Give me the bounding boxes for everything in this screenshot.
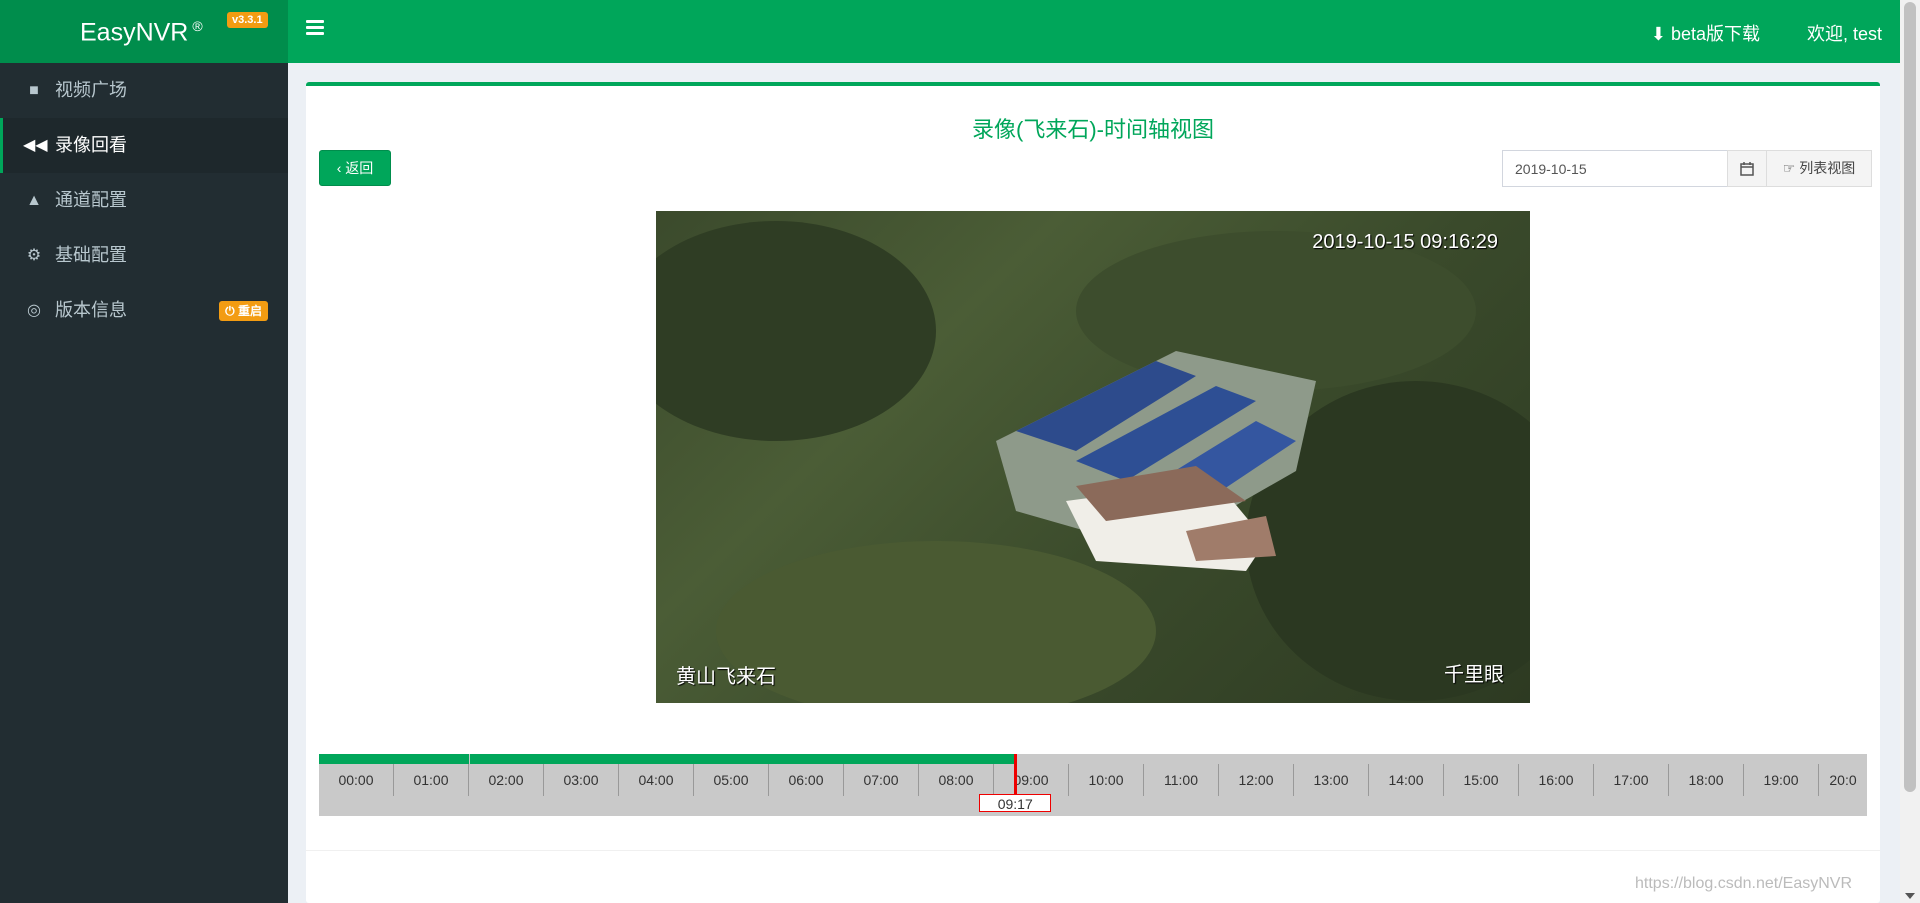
timeline-hour-label: 03:00 (544, 764, 619, 796)
video-timestamp: 2019-10-15 09:16:29 (1312, 231, 1498, 253)
beta-download-link[interactable]: ⬇ beta版下载 (1651, 20, 1760, 46)
timeline-hour-label: 00:00 (319, 764, 394, 796)
timeline-hour-label: 06:00 (769, 764, 844, 796)
page-scrollbar[interactable] (1900, 0, 1920, 903)
recorded-segment[interactable] (319, 754, 469, 764)
video-frame-image (656, 221, 1530, 703)
download-icon: ⬇ (1650, 24, 1666, 44)
sidebar-item-label: 通道配置 (55, 190, 127, 210)
watermark: https://blog.csdn.net/EasyNVR (1635, 875, 1852, 892)
timeline-hour-label: 18:00 (1669, 764, 1744, 796)
timeline-hour-label: 02:00 (469, 764, 544, 796)
sidebar-item-video-square[interactable]: ■ 视频广场 (0, 63, 288, 118)
timeline-hour-label: 09:00 (994, 764, 1069, 796)
sidebar-item-label: 基础配置 (55, 245, 127, 265)
menu-toggle-icon[interactable] (306, 20, 324, 36)
video-location-label: 黄山飞来石 (676, 666, 776, 688)
timeline-hour-label: 11:00 (1144, 764, 1219, 796)
scrollbar-thumb[interactable] (1904, 2, 1916, 792)
list-view-button[interactable]: ☞ 列表视图 (1766, 150, 1872, 187)
sidebar-item-label: 版本信息 (55, 300, 127, 320)
calendar-button[interactable] (1727, 150, 1767, 187)
timeline-hour-label: 01:00 (394, 764, 469, 796)
timeline-hour-label: 10:00 (1069, 764, 1144, 796)
chevron-left-icon: ‹ (336, 160, 342, 176)
sidebar-item-playback[interactable]: ◀◀ 录像回看 (0, 118, 288, 173)
life-ring-icon: ◎ (27, 302, 41, 319)
video-brand-label: 千里眼 (1444, 664, 1504, 686)
timeline-hour-label: 04:00 (619, 764, 694, 796)
calendar-icon (1740, 162, 1754, 176)
road-icon: ▲ (26, 192, 42, 209)
timeline-hour-label: 20:0 (1829, 772, 1857, 788)
sidebar-item-label: 录像回看 (55, 135, 127, 155)
timeline-hour-label: 15:00 (1444, 764, 1519, 796)
restart-badge[interactable]: ⏻ 重启 (219, 301, 268, 321)
scroll-down-icon[interactable] (1905, 893, 1915, 899)
beta-download-label: beta版下载 (1670, 24, 1760, 44)
timeline-hour-label: 16:00 (1519, 764, 1594, 796)
sidebar: ■ 视频广场 ◀◀ 录像回看 ▲ 通道配置 ⚙ 基础配置 ◎ 版本信息 ⏻ 重启 (0, 63, 288, 903)
top-navbar: ⬇ beta版下载 欢迎, test (288, 0, 1900, 63)
timeline-hour-label: 07:00 (844, 764, 919, 796)
video-player[interactable]: 2019-10-15 09:16:29 黄山飞来石 千里眼 (656, 211, 1530, 703)
box-footer-divider (306, 850, 1880, 851)
fast-backward-icon: ◀◀ (23, 137, 48, 154)
page-title: 录像(飞来石)-时间轴视图 (972, 117, 1214, 142)
date-input[interactable] (1502, 150, 1728, 187)
user-welcome[interactable]: 欢迎, test (1807, 20, 1882, 46)
back-button[interactable]: ‹ 返回 (319, 150, 391, 186)
recorded-segment[interactable] (470, 754, 1016, 764)
hand-pointer-icon: ☞ (1782, 160, 1796, 176)
timeline-hour-label: 17:00 (1594, 764, 1669, 796)
sidebar-item-basic-config[interactable]: ⚙ 基础配置 (0, 228, 288, 283)
video-camera-icon: ■ (29, 82, 39, 99)
timeline-hour-label: 14:00 (1369, 764, 1444, 796)
timeline-hour-label: 12:00 (1219, 764, 1294, 796)
timeline-hour-label: 08:00 (919, 764, 994, 796)
sidebar-item-channel-config[interactable]: ▲ 通道配置 (0, 173, 288, 228)
timeline-cursor[interactable] (1014, 754, 1018, 794)
timeline-hour-label: 19:00 (1744, 764, 1819, 796)
timeline-cursor-time: 09:17 (979, 794, 1052, 812)
app-logo[interactable]: EasyNVR ® v3.3.1 (0, 0, 288, 63)
back-button-label: 返回 (345, 160, 374, 176)
logo-text: EasyNVR ® (80, 18, 203, 47)
list-view-label: 列表视图 (1799, 160, 1856, 176)
recording-timeline[interactable]: 00:00 01:00 02:00 03:00 04:00 05:00 06:00 07:00… (319, 754, 1867, 816)
gears-icon: ⚙ (26, 247, 42, 264)
version-badge: v3.3.1 (227, 12, 268, 28)
timeline-hour-label: 05:00 (694, 764, 769, 796)
sidebar-item-version-info[interactable]: ◎ 版本信息 ⏻ 重启 (0, 283, 288, 338)
sidebar-item-label: 视频广场 (55, 80, 127, 100)
content-box: 录像(飞来石)-时间轴视图 ‹ 返回 ☞ 列表视图 (306, 82, 1880, 903)
timeline-hour-label: 13:00 (1294, 764, 1369, 796)
